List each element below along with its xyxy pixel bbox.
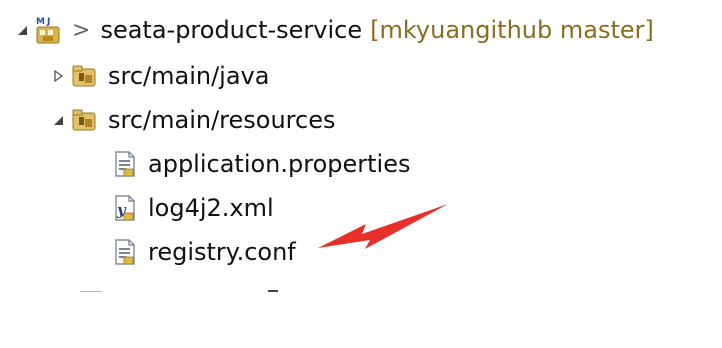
- red-annotation-arrow-icon: [318, 204, 448, 249]
